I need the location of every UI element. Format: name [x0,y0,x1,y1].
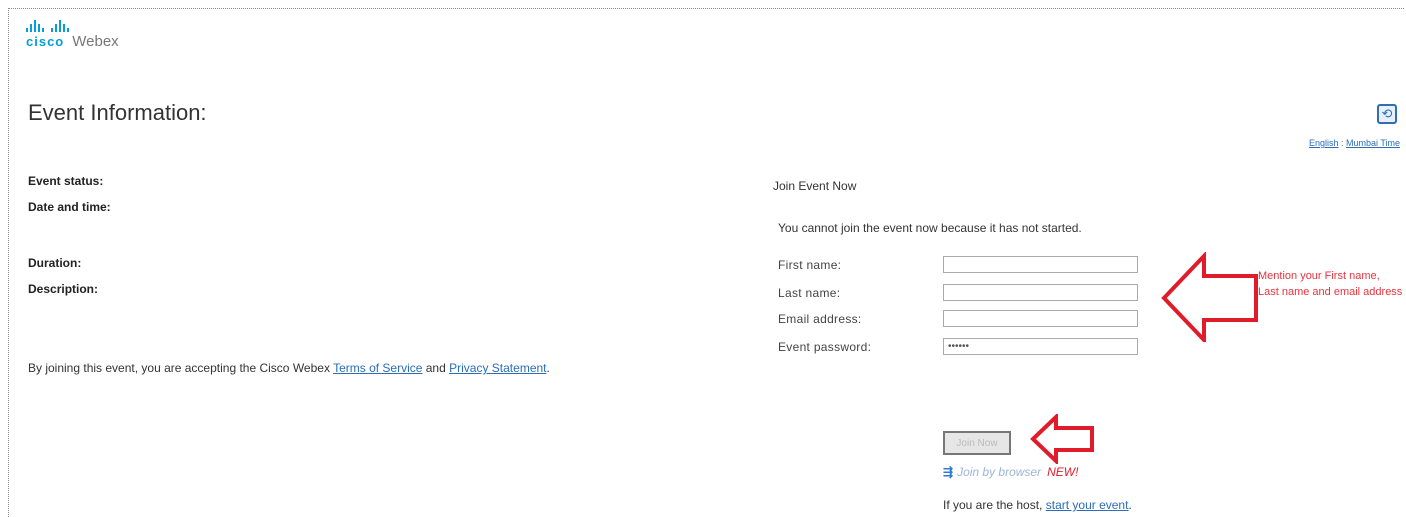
page-title: Event Information: [28,100,207,125]
cisco-webex-logo: cisco Webex [26,20,119,50]
description-label: Description: [28,282,99,296]
last-name-label: Last name: [778,286,841,300]
terms-notice: By joining this event, you are accepting… [28,362,628,375]
event-password-label: Event password: [778,340,872,354]
language-link[interactable]: English [1309,138,1339,148]
annotation-arrow-large [1161,252,1258,342]
first-name-label: First name: [778,258,842,272]
first-name-field[interactable] [943,256,1138,273]
privacy-statement-link[interactable]: Privacy Statement [449,361,546,375]
duration-label: Duration: [28,256,82,270]
email-field[interactable] [943,310,1138,327]
host-prefix: If you are the host, [943,498,1046,512]
date-time-label: Date and time: [28,200,111,214]
join-status-message: You cannot join the event now because it… [778,221,1082,235]
cisco-bars-icon [26,20,119,32]
join-section-title: Join Event Now [773,179,857,193]
annotation-arrow-small [1030,414,1094,464]
logo-webex-text: Webex [72,33,119,50]
host-suffix: . [1128,498,1132,512]
terms-and: and [422,361,450,375]
last-name-field[interactable] [943,284,1138,301]
refresh-button[interactable]: ⟲ [1377,104,1397,124]
logo-cisco-text: cisco [26,34,65,49]
join-by-browser-link[interactable]: Join by browser [957,465,1041,479]
event-password-field[interactable] [943,338,1138,355]
terms-prefix: By joining this event, you are accepting… [28,361,334,375]
join-now-button[interactable]: Join Now [943,431,1011,455]
language-time-links: English : Mumbai Time [1309,138,1400,148]
event-status-label: Event status: [28,174,104,188]
join-by-browser-row: ⇶ Join by browser NEW! [943,465,1078,479]
email-label: Email address: [778,312,862,326]
start-event-link[interactable]: start your event [1046,498,1129,512]
terms-of-service-link[interactable]: Terms of Service [333,361,422,375]
browser-join-icon: ⇶ [943,465,954,479]
lang-separator: : [1338,138,1346,148]
new-badge: NEW! [1047,465,1079,479]
host-notice: If you are the host, start your event. [943,498,1132,512]
terms-suffix: . [546,361,550,375]
refresh-icon: ⟲ [1381,106,1393,121]
annotation-note: Mention your First name, Last name and e… [1258,270,1403,298]
timezone-link[interactable]: Mumbai Time [1346,138,1400,148]
